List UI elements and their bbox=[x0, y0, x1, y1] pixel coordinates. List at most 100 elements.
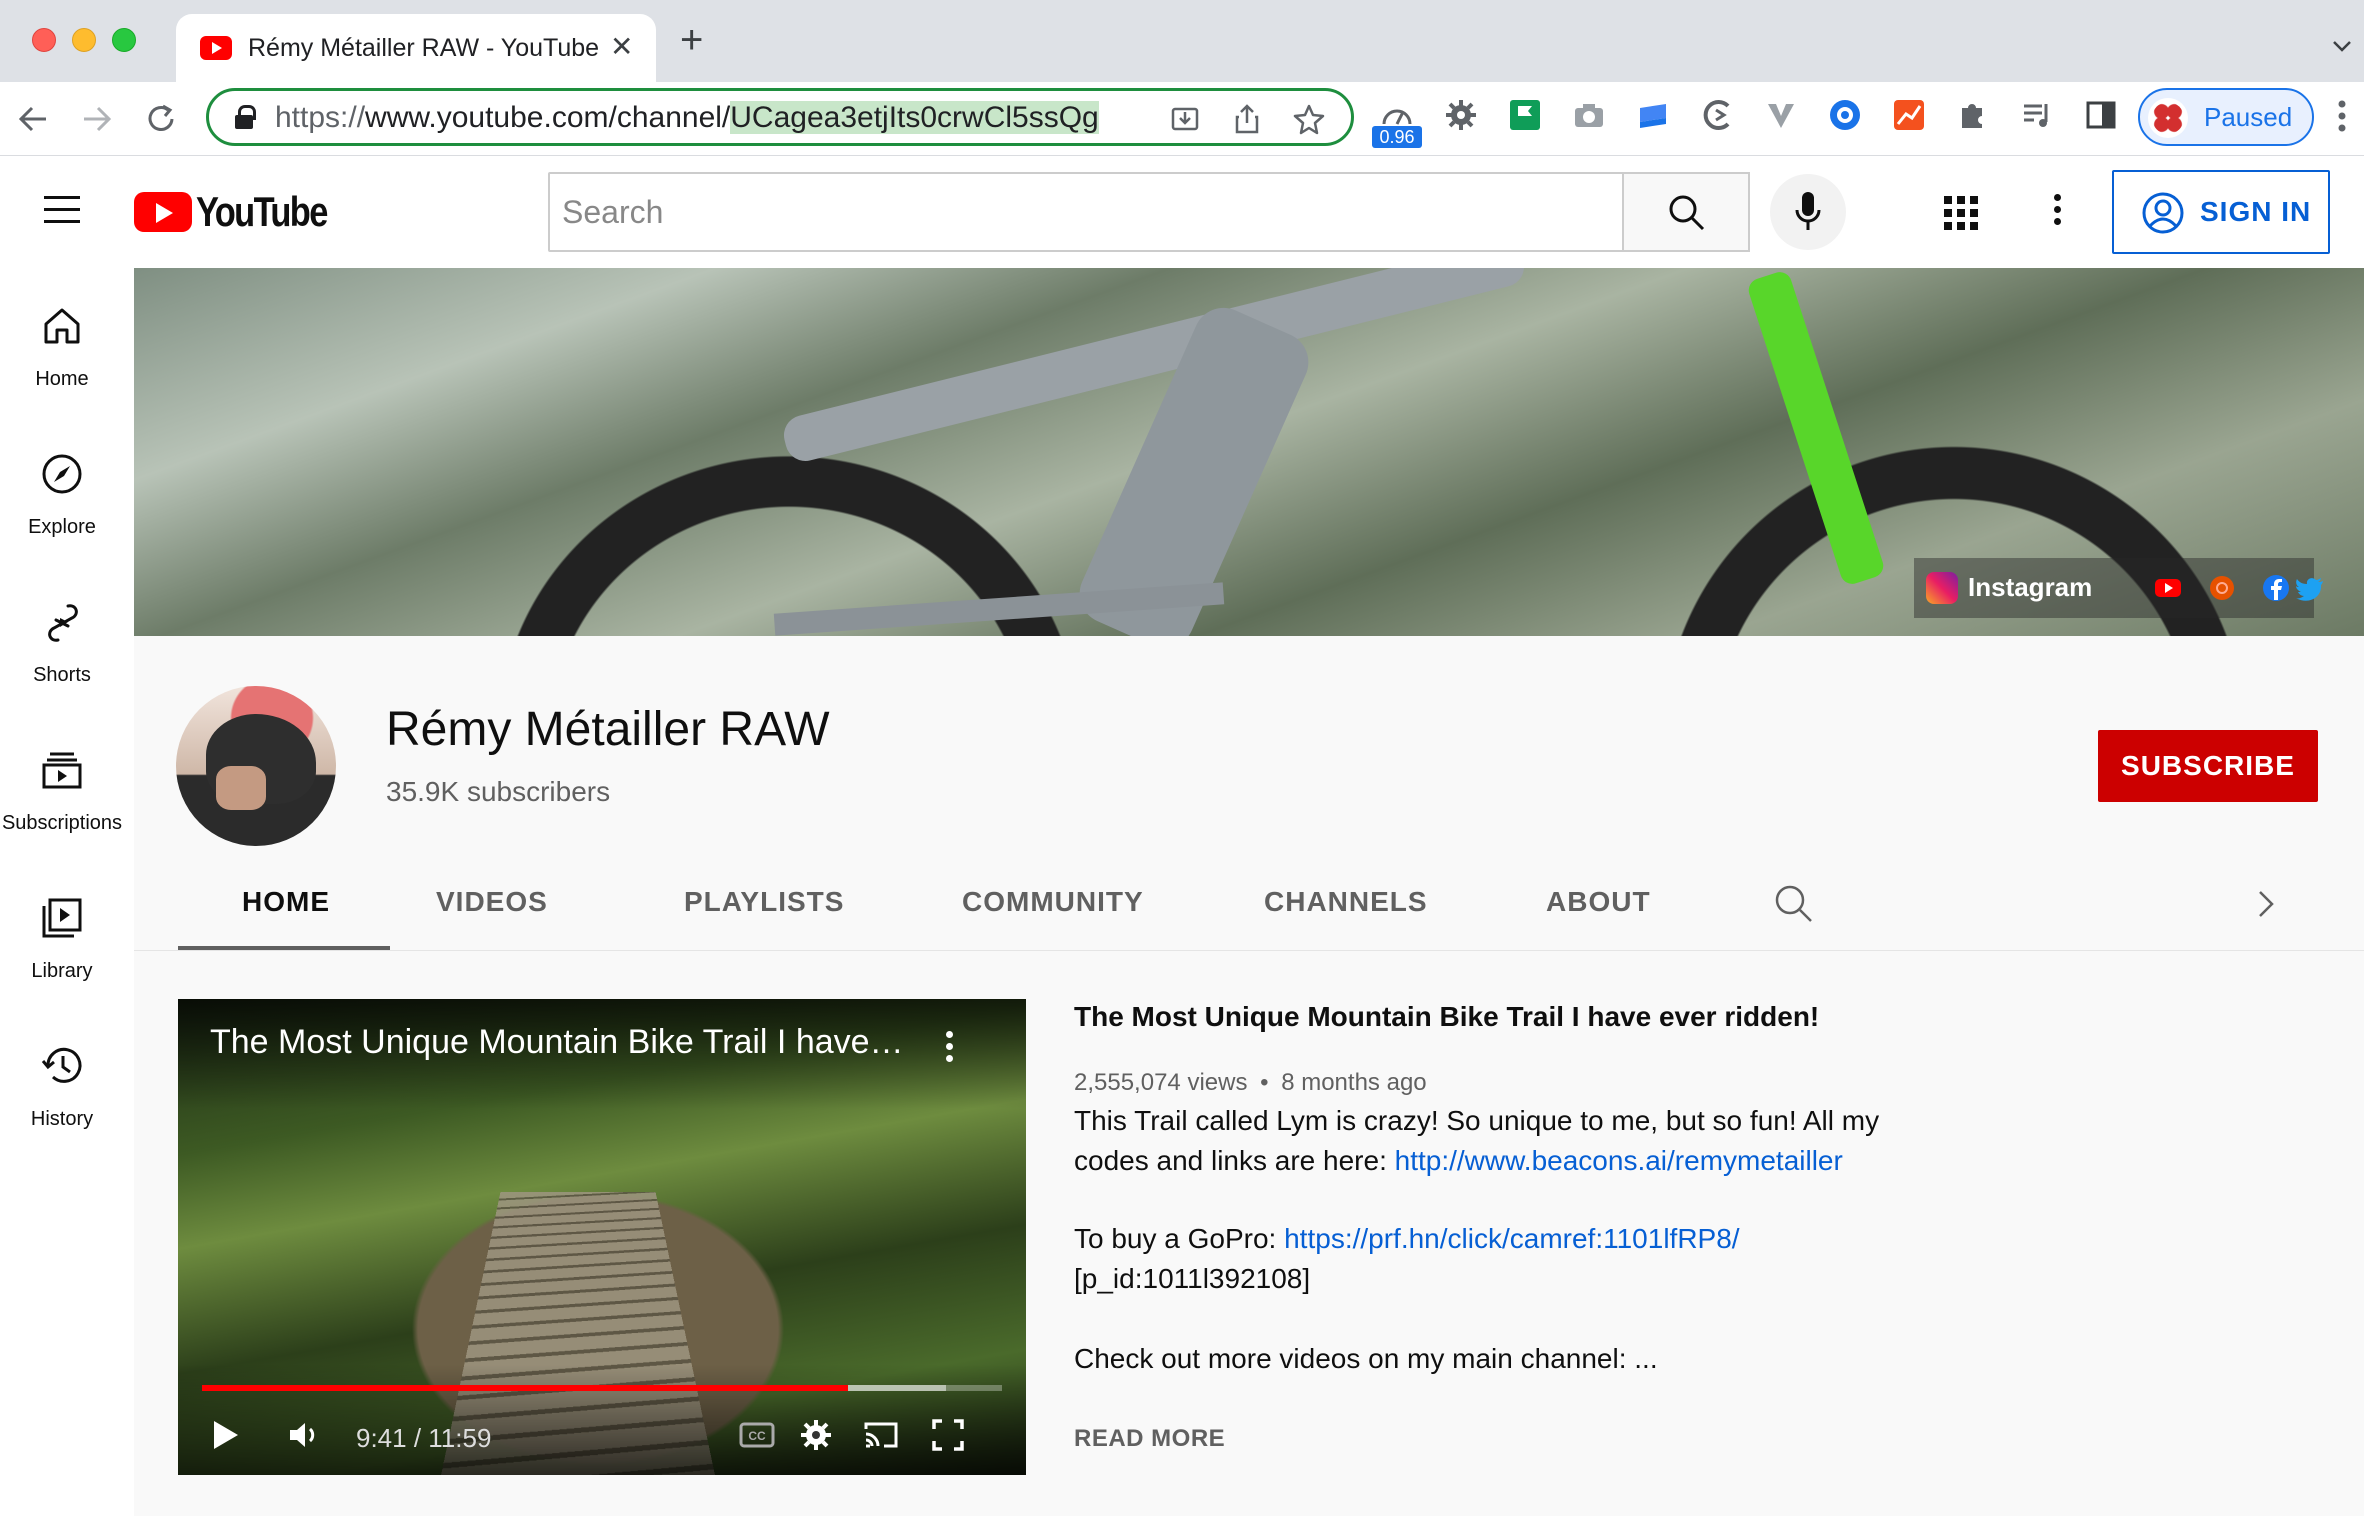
player-more-icon[interactable] bbox=[946, 1031, 954, 1063]
settings-gear-icon[interactable] bbox=[798, 1417, 834, 1453]
youtube-play-logo-icon bbox=[134, 192, 192, 232]
description-text: To buy a GoPro: bbox=[1074, 1223, 1285, 1254]
subscribe-button[interactable]: SUBSCRIBE bbox=[2098, 730, 2318, 802]
guide-item-home[interactable]: Home bbox=[0, 268, 124, 408]
microphone-icon bbox=[1795, 192, 1821, 230]
subscriber-count: 35.9K subscribers bbox=[386, 776, 611, 807]
description-line: Check out more videos on my main channel… bbox=[1074, 1343, 1658, 1374]
guide-item-subscriptions[interactable]: Subscriptions bbox=[0, 712, 124, 852]
read-more-button[interactable]: READ MORE bbox=[1074, 1425, 1225, 1453]
forward-arrow-icon[interactable] bbox=[80, 102, 114, 136]
install-app-icon[interactable] bbox=[1169, 103, 1201, 135]
subscribe-label: SUBSCRIBE bbox=[2121, 750, 2295, 781]
side-panel-icon[interactable] bbox=[2084, 98, 2118, 132]
minimize-window-button[interactable] bbox=[72, 28, 96, 52]
player-progress-bar[interactable] bbox=[202, 1385, 1002, 1391]
fullscreen-icon[interactable] bbox=[930, 1417, 966, 1453]
description-line: To buy a GoPro: https://prf.hn/click/cam… bbox=[1074, 1223, 1740, 1255]
browser-menu-icon[interactable] bbox=[2338, 100, 2346, 132]
search-input[interactable] bbox=[562, 188, 1602, 236]
guide-sidebar: Home Explore Shorts Subscriptions Librar… bbox=[0, 268, 134, 1516]
featured-video-title[interactable]: The Most Unique Mountain Bike Trail I ha… bbox=[1074, 1001, 1819, 1033]
address-bar[interactable]: https://www.youtube.com/channel/UCagea3e… bbox=[206, 88, 1354, 146]
zoom-window-button[interactable] bbox=[112, 28, 136, 52]
chevron-right-icon[interactable] bbox=[2246, 884, 2286, 924]
player-video-title[interactable]: The Most Unique Mountain Bike Trail I ha… bbox=[210, 1023, 910, 1062]
guide-item-explore[interactable]: Explore bbox=[0, 416, 124, 556]
tab-playlists[interactable]: PLAYLISTS bbox=[684, 886, 844, 918]
volume-icon[interactable] bbox=[286, 1417, 322, 1453]
instagram-link[interactable]: Instagram bbox=[1968, 572, 2092, 603]
meta-separator: • bbox=[1260, 1069, 1269, 1096]
v-logo-extension-icon[interactable] bbox=[1764, 98, 1798, 132]
beacons-link[interactable]: http://www.beacons.ai/remymetailler bbox=[1395, 1145, 1843, 1176]
apps-grid-icon[interactable] bbox=[1944, 196, 1978, 230]
circle-extension-icon[interactable] bbox=[1828, 98, 1862, 132]
instagram-icon[interactable] bbox=[1926, 572, 1958, 604]
bookmark-star-icon[interactable] bbox=[1293, 103, 1325, 135]
search-button[interactable] bbox=[1622, 172, 1750, 252]
guide-label: Subscriptions bbox=[1, 812, 123, 834]
home-icon bbox=[44, 308, 80, 344]
guide-item-library[interactable]: Library bbox=[0, 860, 124, 1000]
subscriptions-icon bbox=[42, 752, 82, 789]
share-icon[interactable] bbox=[1231, 103, 1263, 135]
reload-icon[interactable] bbox=[144, 102, 178, 136]
guide-item-shorts[interactable]: Shorts bbox=[0, 564, 124, 704]
play-icon[interactable] bbox=[208, 1417, 242, 1453]
progress-played bbox=[202, 1385, 849, 1391]
tab-videos[interactable]: VIDEOS bbox=[436, 886, 548, 918]
banner-social-links: Instagram bbox=[1914, 558, 2323, 618]
flag-extension-icon[interactable] bbox=[1508, 98, 1542, 132]
guide-item-history[interactable]: History bbox=[0, 1008, 124, 1148]
tab-home[interactable]: HOME bbox=[242, 886, 330, 918]
settings-more-icon[interactable] bbox=[2054, 194, 2062, 226]
description-line: This Trail called Lym is crazy! So uniqu… bbox=[1074, 1105, 1880, 1136]
guide-menu-icon[interactable] bbox=[44, 196, 80, 224]
sign-in-button[interactable]: SIGN IN bbox=[2112, 170, 2330, 254]
search-box[interactable] bbox=[548, 172, 1624, 252]
youtube-masthead: YouTube SIGN IN bbox=[0, 156, 2364, 268]
account-circle-icon bbox=[2142, 192, 2184, 234]
close-window-button[interactable] bbox=[32, 28, 56, 52]
search-icon bbox=[1669, 195, 1705, 231]
tab-close-button[interactable]: ✕ bbox=[610, 30, 633, 63]
featured-video-meta: 2,555,074 views • 8 months ago bbox=[1074, 1069, 1427, 1097]
profile-paused-button[interactable]: Paused bbox=[2138, 88, 2314, 146]
media-queue-icon[interactable] bbox=[2020, 98, 2054, 132]
channel-banner: Instagram bbox=[134, 268, 2364, 636]
description-line: [p_id:1011l392108] bbox=[1074, 1263, 1311, 1294]
tab-channels[interactable]: CHANNELS bbox=[1264, 886, 1428, 918]
featured-video-player[interactable]: The Most Unique Mountain Bike Trail I ha… bbox=[178, 999, 1026, 1475]
strava-link-icon[interactable] bbox=[2208, 574, 2236, 602]
stack-extension-icon[interactable] bbox=[1636, 98, 1670, 132]
lock-icon[interactable] bbox=[235, 105, 256, 129]
gopro-link[interactable]: https://prf.hn/click/camref:1101lfRP8/ bbox=[1284, 1223, 1739, 1254]
channel-search-icon[interactable] bbox=[1774, 884, 1814, 924]
gear-extension-icon[interactable] bbox=[1444, 98, 1478, 132]
sign-in-label: SIGN IN bbox=[2200, 196, 2312, 227]
youtube-link-icon[interactable] bbox=[2154, 574, 2182, 602]
tab-about[interactable]: ABOUT bbox=[1546, 886, 1651, 918]
profile-status-label: Paused bbox=[2204, 102, 2293, 132]
tab-search-chevron-icon[interactable] bbox=[2330, 34, 2354, 58]
back-arrow-icon[interactable] bbox=[16, 102, 50, 136]
channel-avatar[interactable] bbox=[176, 686, 336, 846]
voice-search-button[interactable] bbox=[1770, 174, 1846, 250]
tab-community[interactable]: COMMUNITY bbox=[962, 886, 1144, 918]
facebook-link-icon[interactable] bbox=[2262, 574, 2290, 602]
new-tab-button[interactable]: + bbox=[680, 20, 703, 60]
banner-bike-fork bbox=[1745, 269, 1887, 587]
address-url[interactable]: https://www.youtube.com/channel/UCagea3e… bbox=[275, 101, 1099, 135]
cast-icon[interactable] bbox=[862, 1417, 900, 1453]
channel-name: Rémy Métailler RAW bbox=[386, 703, 830, 756]
player-time-display: 9:41 / 11:59 bbox=[356, 1423, 492, 1453]
chart-extension-icon[interactable] bbox=[1892, 98, 1926, 132]
camera-extension-icon[interactable] bbox=[1572, 98, 1606, 132]
twitter-link-icon[interactable] bbox=[2296, 576, 2324, 604]
extension-badge: 0.96 bbox=[1372, 126, 1422, 148]
puzzle-extensions-icon[interactable] bbox=[1956, 98, 1990, 132]
c-logo-extension-icon[interactable] bbox=[1700, 98, 1734, 132]
browser-tab-active[interactable]: Rémy Métailler RAW - YouTube ✕ bbox=[176, 14, 656, 82]
captions-icon[interactable]: CC bbox=[738, 1417, 776, 1453]
